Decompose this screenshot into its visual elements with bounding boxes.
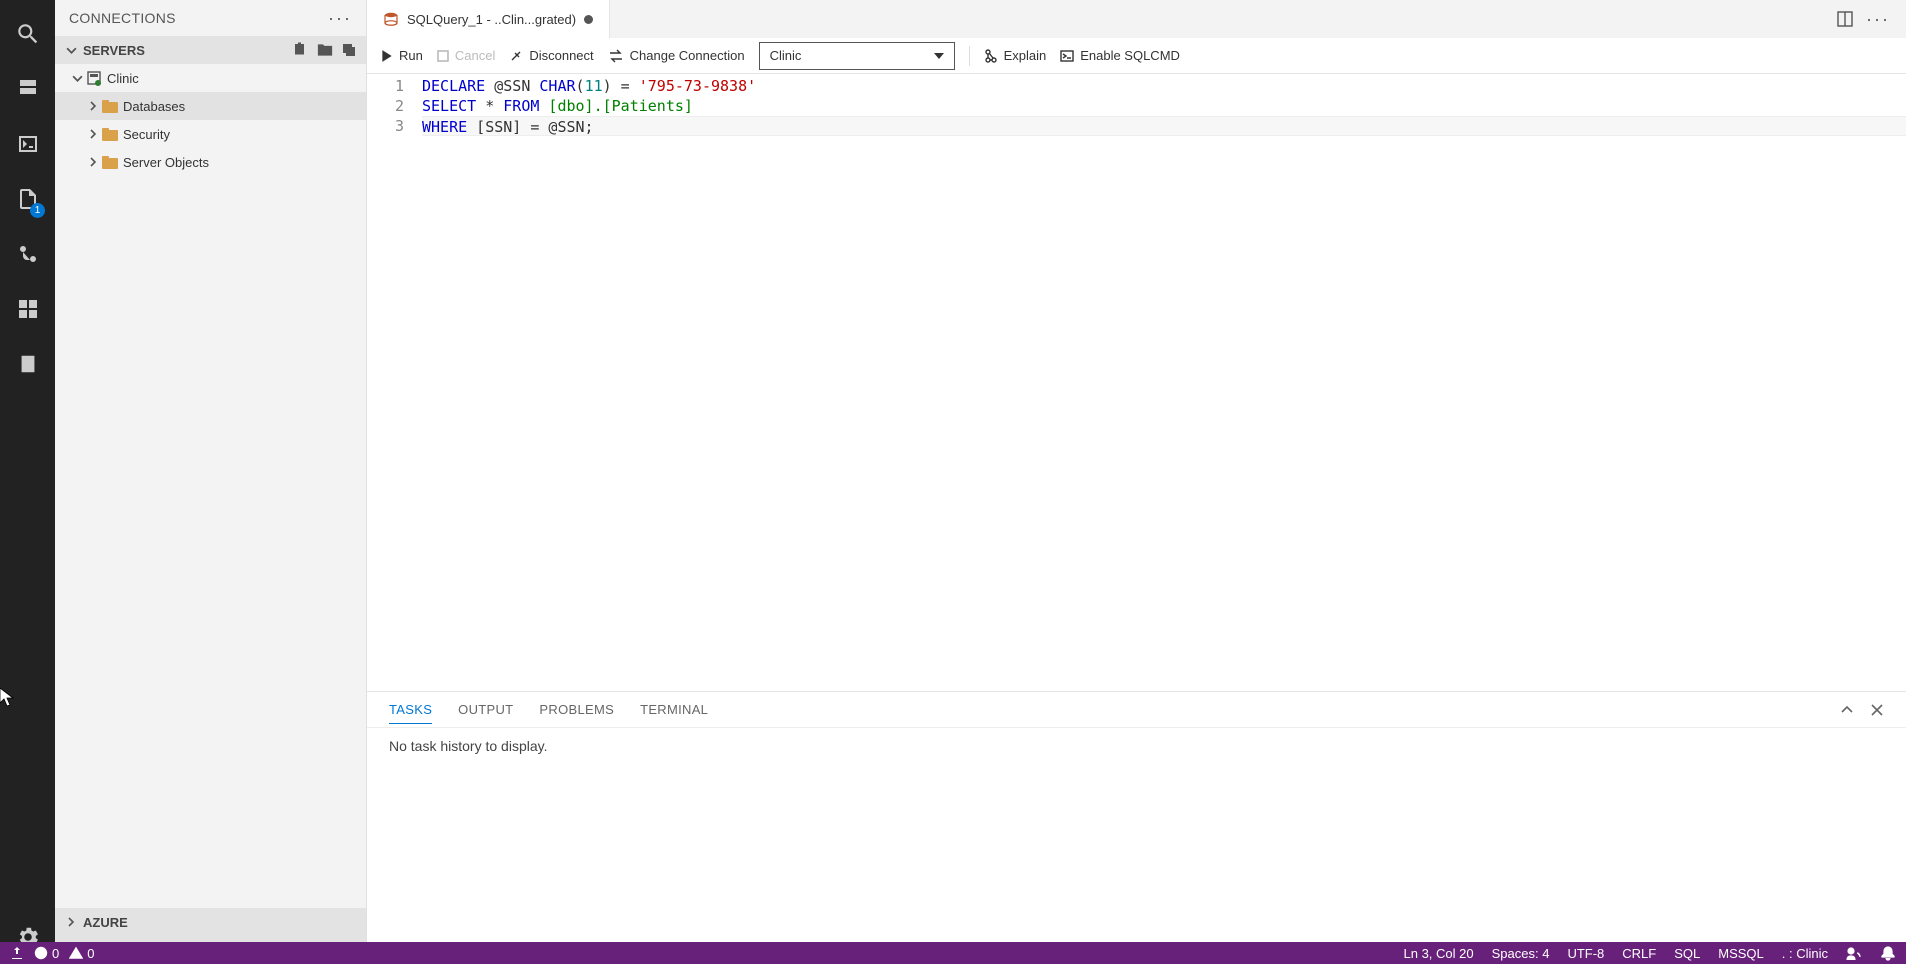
sidebar-title: CONNECTIONS: [69, 10, 328, 26]
panel-tab-tasks[interactable]: TASKS: [389, 696, 432, 724]
remote-icon[interactable]: [10, 946, 24, 960]
cancel-button: Cancel: [437, 48, 495, 63]
server-label: Clinic: [107, 71, 139, 86]
tree-label: Databases: [123, 99, 185, 114]
azure-section[interactable]: AZURE: [55, 908, 366, 936]
feedback-icon[interactable]: [1846, 945, 1862, 961]
query-toolbar: Run Cancel Disconnect Change Connection …: [367, 38, 1906, 74]
run-button[interactable]: Run: [381, 48, 423, 63]
editor-tab-bar: SQLQuery_1 - ..Clin...grated) ···: [367, 0, 1906, 38]
errors-indicator[interactable]: 0: [34, 946, 59, 961]
dirty-indicator-icon: [584, 15, 593, 24]
explain-button[interactable]: Explain: [984, 48, 1047, 63]
tab-title: SQLQuery_1 - ..Clin...grated): [407, 12, 576, 27]
tree-node-databases[interactable]: Databases: [55, 92, 366, 120]
main-area: SQLQuery_1 - ..Clin...grated) ··· Run Ca…: [367, 0, 1906, 964]
extensions-icon[interactable]: [0, 281, 55, 336]
terminal-icon[interactable]: [0, 116, 55, 171]
new-connection-icon[interactable]: [292, 41, 310, 59]
close-panel-icon[interactable]: [1870, 703, 1884, 717]
database-icon: [383, 11, 399, 27]
database-select[interactable]: Clinic: [759, 42, 955, 70]
change-connection-button[interactable]: Change Connection: [608, 48, 745, 63]
disconnect-button[interactable]: Disconnect: [509, 48, 593, 63]
chevron-down-icon: [934, 53, 944, 59]
servers-section[interactable]: SERVERS: [55, 36, 366, 64]
cursor-position[interactable]: Ln 3, Col 20: [1404, 946, 1474, 961]
server-node-clinic[interactable]: Clinic: [55, 64, 366, 92]
collapse-all-icon[interactable]: [340, 41, 358, 59]
folder-icon: [101, 100, 119, 113]
encoding[interactable]: UTF-8: [1567, 946, 1604, 961]
tree-label: Server Objects: [123, 155, 209, 170]
code-area[interactable]: DECLARE @SSN CHAR(11) = '795-73-9838' SE…: [422, 74, 1906, 691]
activity-bar: 1: [0, 0, 55, 964]
split-editor-icon[interactable]: [1836, 10, 1854, 28]
servers-icon[interactable]: [0, 61, 55, 116]
bottom-panel: TASKS OUTPUT PROBLEMS TERMINAL No task h…: [367, 692, 1906, 964]
line-gutter: 1 2 3: [367, 74, 422, 691]
explorer-icon[interactable]: 1: [0, 171, 55, 226]
source-control-icon[interactable]: [0, 226, 55, 281]
sql-editor[interactable]: 1 2 3 DECLARE @SSN CHAR(11) = '795-73-98…: [367, 74, 1906, 692]
folder-icon: [101, 156, 119, 169]
indent-setting[interactable]: Spaces: 4: [1492, 946, 1550, 961]
badge: 1: [30, 203, 45, 218]
more-icon[interactable]: ···: [328, 8, 352, 29]
tree-node-security[interactable]: Security: [55, 120, 366, 148]
warnings-indicator[interactable]: 0: [69, 946, 94, 961]
language-mode[interactable]: SQL: [1674, 946, 1700, 961]
folder-icon: [101, 128, 119, 141]
notifications-icon[interactable]: [1880, 945, 1896, 961]
panel-tab-problems[interactable]: PROBLEMS: [539, 696, 614, 723]
tree-label: Security: [123, 127, 170, 142]
editor-more-icon[interactable]: ···: [1866, 9, 1890, 30]
collapse-panel-icon[interactable]: [1840, 703, 1854, 717]
server-icon: [85, 70, 103, 86]
notebook-icon[interactable]: [0, 336, 55, 391]
editor-tab[interactable]: SQLQuery_1 - ..Clin...grated): [367, 0, 610, 38]
panel-tab-terminal[interactable]: TERMINAL: [640, 696, 708, 723]
search-icon[interactable]: [0, 6, 55, 61]
connections-sidebar: CONNECTIONS ··· SERVERS Clinic: [55, 0, 367, 964]
tree-node-server-objects[interactable]: Server Objects: [55, 148, 366, 176]
status-bar: 0 0 Ln 3, Col 20 Spaces: 4 UTF-8 CRLF SQ…: [0, 942, 1906, 964]
new-group-icon[interactable]: [316, 41, 334, 59]
eol[interactable]: CRLF: [1622, 946, 1656, 961]
panel-content: No task history to display.: [367, 728, 1906, 764]
panel-tab-output[interactable]: OUTPUT: [458, 696, 513, 723]
provider[interactable]: MSSQL: [1718, 946, 1764, 961]
connection-status[interactable]: . : Clinic: [1782, 946, 1828, 961]
enable-sqlcmd-button[interactable]: Enable SQLCMD: [1060, 48, 1180, 63]
